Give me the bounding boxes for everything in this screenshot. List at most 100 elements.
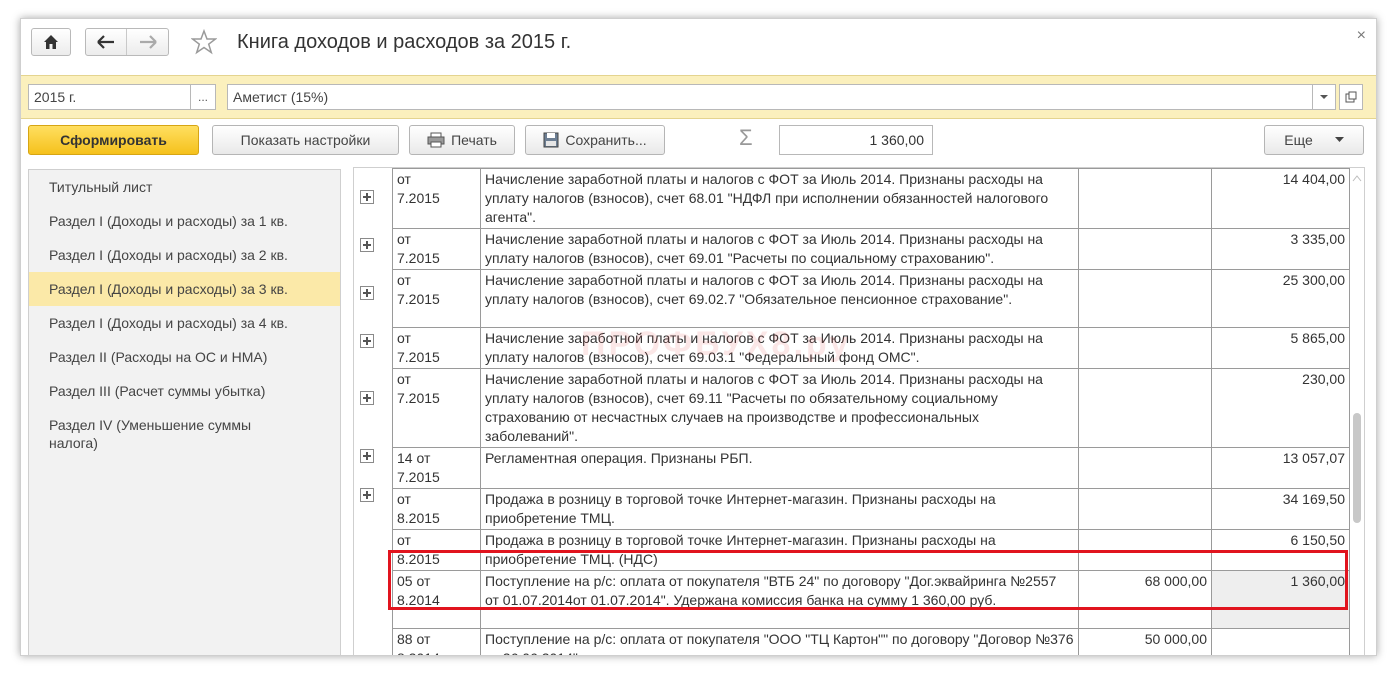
period-field[interactable]: 2015 г.	[28, 84, 191, 110]
sidebar-item-section1-q2[interactable]: Раздел I (Доходы и расходы) за 2 кв.	[29, 238, 340, 272]
expand-row-icon[interactable]	[360, 391, 374, 405]
expense-cell-selected[interactable]: 1 360,00	[1211, 570, 1350, 629]
open-window-icon	[1345, 91, 1357, 103]
expand-row-icon[interactable]	[360, 190, 374, 204]
description-cell[interactable]: Регламентная операция. Признаны РБП.	[480, 447, 1079, 489]
expense-cell[interactable]: 3 335,00	[1211, 228, 1350, 270]
sidebar-item-section1-q4[interactable]: Раздел I (Доходы и расходы) за 4 кв.	[29, 306, 340, 340]
generate-label: Сформировать	[60, 132, 167, 148]
print-button[interactable]: Печать	[409, 125, 515, 155]
income-cell[interactable]: 68 000,00	[1078, 570, 1212, 629]
doc-cell[interactable]: от 7.2015	[392, 228, 481, 270]
vertical-scrollbar[interactable]	[1352, 174, 1362, 644]
sidebar-item-title-page[interactable]: Титульный лист	[29, 170, 340, 204]
doc-cell[interactable]: от 7.2015	[392, 168, 481, 229]
table-row[interactable]: 05 от 8.2014 Поступление на р/с: оплата …	[392, 570, 1350, 629]
expense-cell[interactable]	[1211, 628, 1350, 655]
description-cell[interactable]: Поступление на р/с: оплата от покупателя…	[480, 570, 1079, 629]
income-cell[interactable]	[1078, 327, 1212, 369]
income-cell[interactable]	[1078, 228, 1212, 270]
forward-button[interactable]	[127, 29, 168, 55]
expense-cell[interactable]: 14 404,00	[1211, 168, 1350, 229]
table-row[interactable]: от 8.2015 Продажа в розницу в торговой т…	[392, 529, 1350, 571]
sigma-icon: Σ	[739, 125, 753, 150]
income-cell[interactable]	[1078, 368, 1212, 448]
table-row[interactable]: от 7.2015 Начисление заработной платы и …	[392, 269, 1350, 328]
expense-cell[interactable]: 230,00	[1211, 368, 1350, 448]
sections-sidebar: Титульный лист Раздел I (Доходы и расход…	[28, 169, 341, 655]
expense-cell[interactable]: 34 169,50	[1211, 488, 1350, 530]
organization-open-button[interactable]	[1339, 84, 1363, 110]
doc-cell[interactable]: от 7.2015	[392, 368, 481, 448]
description-cell[interactable]: Начисление заработной платы и налогов с …	[480, 168, 1079, 229]
income-cell[interactable]: 50 000,00	[1078, 628, 1212, 655]
more-button[interactable]: Еще	[1264, 125, 1364, 155]
income-cell[interactable]	[1078, 269, 1212, 328]
table-row[interactable]: от 7.2015 Начисление заработной платы и …	[392, 168, 1350, 229]
organization-field[interactable]: Аметист (15%)	[227, 84, 1313, 110]
close-button[interactable]: ×	[1357, 27, 1366, 45]
home-icon	[44, 35, 58, 49]
sidebar-item-section3[interactable]: Раздел III (Расчет суммы убытка)	[29, 374, 340, 408]
income-cell[interactable]	[1078, 529, 1212, 571]
doc-cell[interactable]: 14 от 7.2015	[392, 447, 481, 489]
income-cell[interactable]	[1078, 488, 1212, 530]
sidebar-item-section4[interactable]: Раздел IV (Уменьшение суммы налога)	[29, 408, 340, 460]
doc-cell[interactable]: от 8.2015	[392, 529, 481, 571]
description-cell[interactable]: Начисление заработной платы и налогов с …	[480, 368, 1079, 448]
doc-cell[interactable]: 88 от 8.2014	[392, 628, 481, 655]
sidebar-item-section2[interactable]: Раздел II (Расходы на ОС и НМА)	[29, 340, 340, 374]
table-row[interactable]: от 7.2015 Начисление заработной платы и …	[392, 327, 1350, 369]
expand-row-icon[interactable]	[360, 334, 374, 348]
table-row[interactable]: от 7.2015 Начисление заработной платы и …	[392, 228, 1350, 270]
expense-cell[interactable]: 25 300,00	[1211, 269, 1350, 328]
show-settings-label: Показать настройки	[240, 132, 371, 148]
description-cell[interactable]: Продажа в розницу в торговой точке Интер…	[480, 529, 1079, 571]
doc-cell[interactable]: от 7.2015	[392, 327, 481, 369]
description-cell[interactable]: Поступление на р/с: оплата от покупателя…	[480, 628, 1079, 655]
income-cell[interactable]	[1078, 447, 1212, 489]
scrollbar-thumb[interactable]	[1353, 413, 1361, 523]
table-row[interactable]: от 7.2015 Начисление заработной платы и …	[392, 368, 1350, 448]
favorite-star-button[interactable]	[190, 28, 218, 58]
scroll-up-icon[interactable]	[1352, 174, 1362, 182]
table-row[interactable]: от 8.2015 Продажа в розницу в торговой т…	[392, 488, 1350, 530]
report-spreadsheet: от 7.2015 Начисление заработной платы и …	[353, 167, 1365, 655]
expand-row-icon[interactable]	[360, 488, 374, 502]
organization-dropdown-button[interactable]	[1312, 84, 1336, 110]
expand-row-icon[interactable]	[360, 449, 374, 463]
kudir-table: от 7.2015 Начисление заработной платы и …	[392, 168, 1350, 655]
save-button[interactable]: Сохранить...	[525, 125, 665, 155]
sidebar-item-section1-q3[interactable]: Раздел I (Доходы и расходы) за 3 кв.	[29, 272, 340, 306]
back-button[interactable]	[86, 29, 128, 55]
income-cell[interactable]	[1078, 168, 1212, 229]
table-row[interactable]: 88 от 8.2014 Поступление на р/с: оплата …	[392, 628, 1350, 655]
more-label: Еще	[1284, 132, 1313, 148]
save-label: Сохранить...	[565, 132, 647, 148]
doc-cell[interactable]: от 7.2015	[392, 269, 481, 328]
doc-cell[interactable]: 05 от 8.2014	[392, 570, 481, 629]
printer-icon	[427, 132, 445, 148]
expand-row-icon[interactable]	[360, 286, 374, 300]
expense-cell[interactable]: 5 865,00	[1211, 327, 1350, 369]
expand-row-icon[interactable]	[360, 238, 374, 252]
arrow-right-icon	[139, 35, 157, 49]
table-row[interactable]: 14 от 7.2015 Регламентная операция. Приз…	[392, 447, 1350, 489]
period-select-button[interactable]: ...	[190, 84, 216, 110]
description-cell[interactable]: Продажа в розницу в торговой точке Интер…	[480, 488, 1079, 530]
show-settings-button[interactable]: Показать настройки	[212, 125, 399, 155]
arrow-left-icon	[97, 35, 114, 49]
description-cell[interactable]: Начисление заработной платы и налогов с …	[480, 228, 1079, 270]
expense-cell[interactable]: 13 057,07	[1211, 447, 1350, 489]
expense-cell[interactable]: 6 150,50	[1211, 529, 1350, 571]
chevron-down-icon	[1334, 137, 1344, 142]
generate-button[interactable]: Сформировать	[28, 125, 199, 155]
doc-cell[interactable]: от 8.2015	[392, 488, 481, 530]
description-cell[interactable]: Начисление заработной платы и налогов с …	[480, 269, 1079, 328]
parameters-bar: 2015 г. ... Аметист (15%)	[21, 75, 1376, 119]
sidebar-item-section1-q1[interactable]: Раздел I (Доходы и расходы) за 1 кв.	[29, 204, 340, 238]
floppy-disk-icon	[543, 132, 559, 148]
description-cell[interactable]: Начисление заработной платы и налогов с …	[480, 327, 1079, 369]
page-title: Книга доходов и расходов за 2015 г.	[237, 31, 572, 53]
home-button[interactable]	[31, 28, 71, 56]
